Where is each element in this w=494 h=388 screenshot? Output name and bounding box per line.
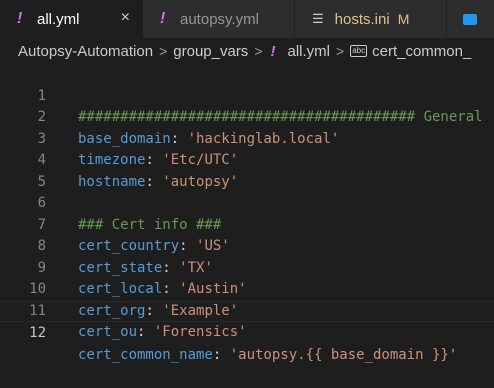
breadcrumb-file[interactable]: all.yml (288, 43, 331, 60)
yaml-key: cert_ou (78, 324, 138, 340)
code-editor[interactable]: 1 ######################################… (0, 64, 494, 363)
code-line: 7 cert_country: 'US' (0, 193, 494, 255)
code-line: 6 ### Cert info ### (0, 172, 494, 233)
editor-tab-bar: ! all.yml × ! autopsy.yml ☰ hosts.ini M (0, 0, 494, 38)
code-line: 1 ######################################… (0, 64, 494, 126)
code-line: 11 cert_ou: 'Forensics' (0, 279, 494, 341)
breadcrumb: Autopsy-Automation > group_vars > ! all.… (0, 38, 494, 64)
yaml-value: 'autopsy.{{ base_domain }}' (229, 346, 458, 363)
code-line: 5 (0, 150, 494, 190)
tab-dockerfile[interactable] (447, 0, 494, 38)
yaml-key: cert_common_name (78, 346, 213, 363)
tab-label: autopsy.yml (180, 10, 259, 28)
tab-hosts-ini[interactable]: ☰ hosts.ini M (295, 0, 447, 38)
yaml-file-icon: ! (270, 42, 276, 60)
yaml-value: 'Forensics' (153, 324, 247, 340)
docker-icon (463, 13, 477, 25)
symbol-key-icon: abc (350, 45, 368, 57)
chevron-right-icon: > (336, 43, 345, 59)
code-line: 4 hostname: 'autopsy' (0, 129, 494, 190)
chevron-right-icon: > (159, 43, 168, 59)
yaml-file-icon: ! (160, 10, 166, 27)
code-line: 9 cert_local: 'Austin' (0, 236, 494, 298)
breadcrumb-symbol[interactable]: cert_common_ (372, 43, 471, 60)
tab-autopsy-yml[interactable]: ! autopsy.yml (143, 0, 295, 38)
close-icon[interactable]: × (121, 9, 130, 27)
tab-all-yml[interactable]: ! all.yml × (0, 0, 143, 38)
chevron-right-icon: > (254, 43, 263, 59)
yaml-file-icon: ! (17, 10, 23, 27)
modified-badge: M (397, 11, 410, 27)
code-line: 3 timezone: 'Etc/UTC' (0, 107, 494, 169)
breadcrumb-folder[interactable]: Autopsy-Automation (18, 43, 153, 60)
code-line: 10 cert_org: 'Example' (0, 258, 494, 319)
code-line: 8 cert_state: 'TX' (0, 215, 494, 276)
code-line: 2 base_domain: 'hackinglab.local' (0, 86, 494, 147)
ini-file-icon: ☰ (312, 11, 324, 26)
tab-label: hosts.ini (334, 10, 390, 28)
line-number: 12 (29, 325, 46, 341)
tab-label: all.yml (37, 10, 80, 28)
code-line-current: 12 cert_common_name: 'autopsy.{{ base_do… (0, 300, 494, 363)
breadcrumb-folder[interactable]: group_vars (173, 43, 248, 60)
